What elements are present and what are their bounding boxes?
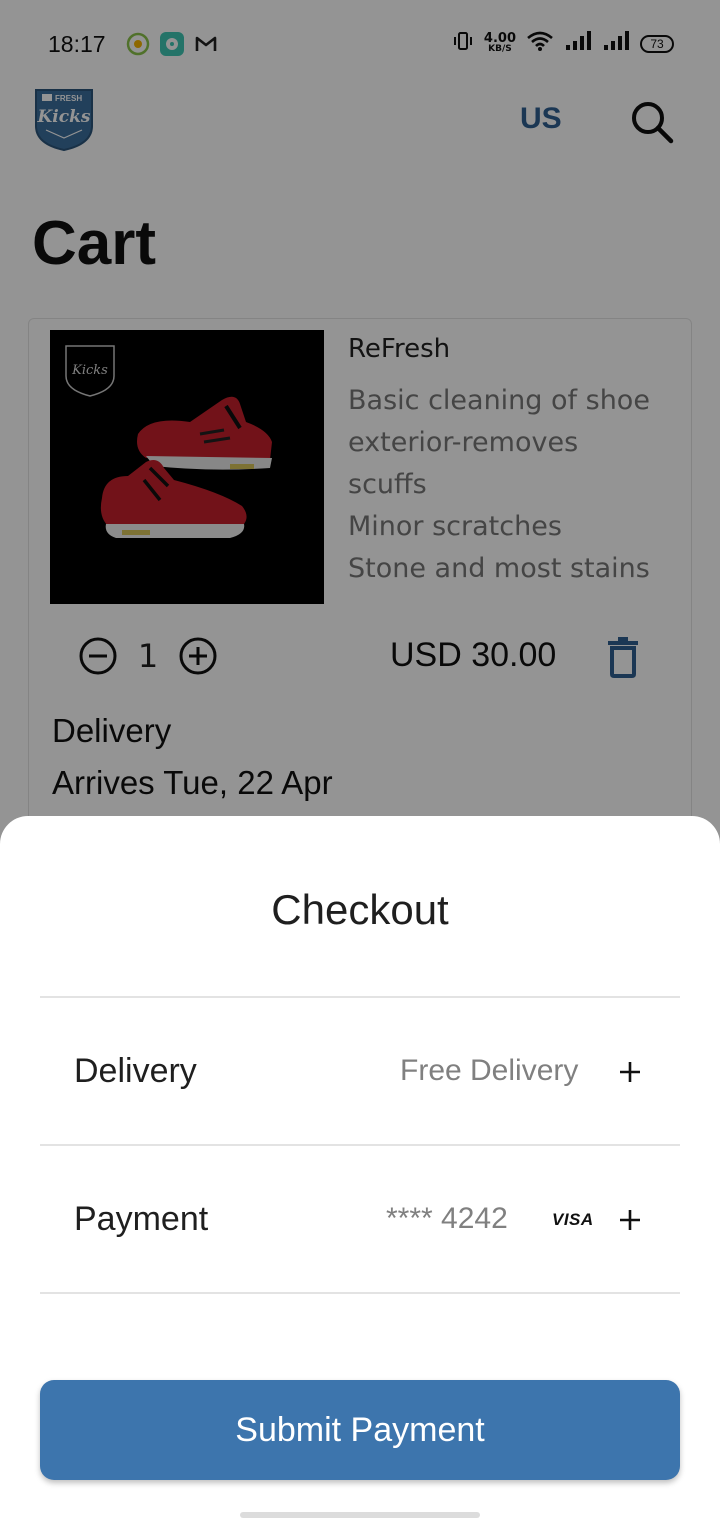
- checkout-sheet: Checkout Delivery Free Delivery Payment …: [0, 816, 720, 1520]
- checkout-title: Checkout: [271, 886, 449, 933]
- delivery-row-label: Delivery: [74, 1052, 197, 1090]
- visa-logo-icon: VISA: [552, 1210, 594, 1229]
- add-payment-plus-icon[interactable]: [616, 1206, 644, 1234]
- add-delivery-plus-icon[interactable]: [616, 1058, 644, 1086]
- payment-card-number: **** 4242: [386, 1202, 508, 1235]
- divider: [40, 1144, 680, 1146]
- home-indicator[interactable]: [240, 1512, 480, 1518]
- divider: [40, 1292, 680, 1294]
- delivery-row-value: Free Delivery: [400, 1054, 579, 1087]
- divider: [40, 996, 680, 998]
- payment-row-label: Payment: [74, 1200, 209, 1238]
- submit-payment-button[interactable]: Submit Payment: [40, 1380, 680, 1480]
